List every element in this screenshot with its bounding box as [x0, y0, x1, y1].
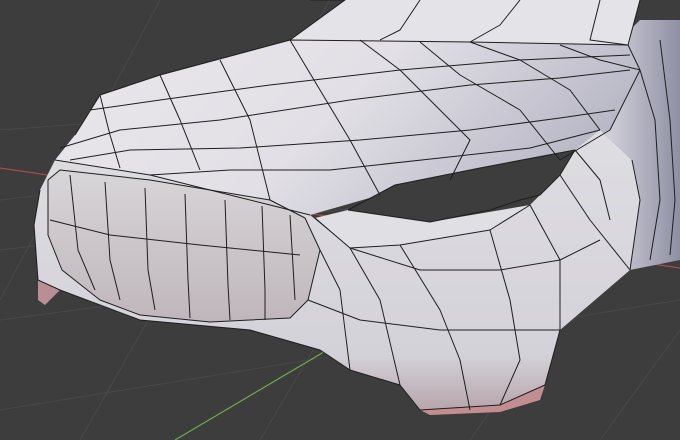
- car-front-mesh[interactable]: [33, 0, 680, 415]
- 3d-viewport[interactable]: [0, 0, 680, 440]
